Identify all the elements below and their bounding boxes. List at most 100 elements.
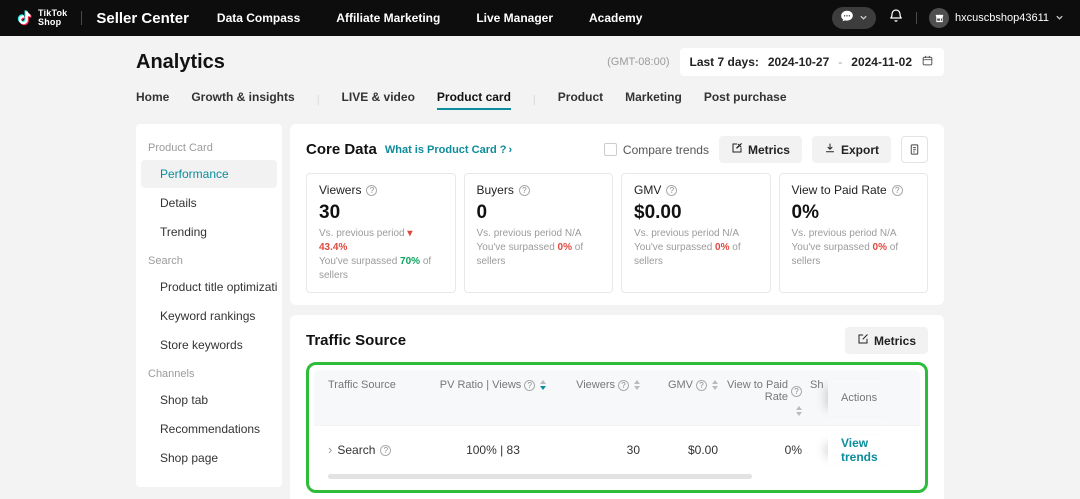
traffic-source-table: Traffic Source PV Ratio | Views ? Viewer… xyxy=(314,370,920,485)
help-icon[interactable]: ? xyxy=(380,445,391,456)
nav-item-data-compass[interactable]: Data Compass xyxy=(217,11,300,25)
compare-trends-checkbox[interactable] xyxy=(604,143,617,156)
top-nav: TikTok Shop Seller Center Data Compass A… xyxy=(0,0,1080,36)
col-clipped: Sh xyxy=(810,379,828,391)
chevron-down-icon xyxy=(1055,9,1064,27)
expand-row-chevron[interactable]: › xyxy=(328,445,332,455)
help-icon[interactable]: ? xyxy=(696,380,707,391)
help-icon[interactable]: ? xyxy=(519,185,530,196)
report-clipboard-button[interactable] xyxy=(901,136,928,163)
viewers-value: 30 xyxy=(558,443,640,457)
tab-live-video[interactable]: LIVE & video xyxy=(342,90,415,110)
traffic-source-name: Search xyxy=(337,443,375,457)
sidebar-item-performance[interactable]: Performance xyxy=(141,160,277,188)
help-icon[interactable]: ? xyxy=(618,380,629,391)
gmv-value: $0.00 xyxy=(640,443,718,457)
sidebar-item-store-keywords[interactable]: Store keywords xyxy=(141,331,277,359)
highlighted-region: Traffic Source PV Ratio | Views ? Viewer… xyxy=(306,362,928,493)
timezone-label: (GMT-08:00) xyxy=(607,56,669,68)
help-icon[interactable]: ? xyxy=(366,185,377,196)
tiktok-shop-logo[interactable]: TikTok Shop xyxy=(16,9,67,27)
traffic-table-header: Traffic Source PV Ratio | Views ? Viewer… xyxy=(314,370,920,425)
sort-control[interactable] xyxy=(796,406,802,416)
col-viewers: Viewers ? xyxy=(558,379,640,391)
sidebar-item-details[interactable]: Details xyxy=(141,189,277,217)
metric-card-view-to-paid-rate: View to Paid Rate? 0% Vs. previous perio… xyxy=(779,173,929,293)
nav-item-academy[interactable]: Academy xyxy=(589,11,642,25)
tab-product[interactable]: Product xyxy=(558,90,603,110)
notifications-bell-icon[interactable] xyxy=(888,8,904,29)
compare-trends-toggle[interactable]: Compare trends xyxy=(604,143,709,157)
col-pv-ratio-views: PV Ratio | Views ? xyxy=(428,379,558,391)
what-is-product-card-link[interactable]: What is Product Card ? › xyxy=(385,144,512,156)
account-name: hxcuscbshop43611 xyxy=(955,12,1049,24)
core-metrics: Viewers? 30 Vs. previous period ▾ 43.4% … xyxy=(306,173,928,293)
nav-divider xyxy=(81,11,82,25)
nav-item-live-manager[interactable]: Live Manager xyxy=(476,11,553,25)
sidebar-item-shop-page[interactable]: Shop page xyxy=(141,444,277,472)
tiktok-note-icon xyxy=(16,10,33,27)
core-data-card: Core Data What is Product Card ? › Compa… xyxy=(290,124,944,305)
col-actions: Actions xyxy=(828,379,906,416)
compare-trends-label: Compare trends xyxy=(623,143,709,157)
metric-card-gmv: GMV? $0.00 Vs. previous period N/A You'v… xyxy=(621,173,771,293)
tab-product-card[interactable]: Product card xyxy=(437,90,511,110)
date-start[interactable]: 2024-10-27 xyxy=(768,55,829,69)
chevron-down-icon xyxy=(859,9,868,27)
col-gmv: GMV ? xyxy=(640,379,718,391)
account-menu[interactable]: hxcuscbshop43611 xyxy=(929,8,1064,28)
metric-card-buyers: Buyers? 0 Vs. previous period N/A You've… xyxy=(464,173,614,293)
sidebar-item-shop-tab[interactable]: Shop tab xyxy=(141,386,277,414)
col-traffic-source: Traffic Source xyxy=(328,379,428,391)
nav-menu: Data Compass Affiliate Marketing Live Ma… xyxy=(217,11,642,25)
help-icon[interactable]: ? xyxy=(892,185,903,196)
shop-avatar-icon xyxy=(929,8,949,28)
export-button[interactable]: Export xyxy=(812,136,891,163)
table-row-search: › Search ? 100% | 83 30 $0.00 0% View tr… xyxy=(314,425,920,472)
horizontal-scrollbar[interactable] xyxy=(328,474,752,479)
tab-home[interactable]: Home xyxy=(136,90,169,110)
sidebar: Product Card Performance Details Trendin… xyxy=(136,124,282,487)
sidebar-section-channels: Channels xyxy=(141,360,277,385)
edit-metrics-icon xyxy=(857,333,869,348)
chevron-right-icon: › xyxy=(508,144,512,156)
pv-ratio-value: 100% | 83 xyxy=(428,443,558,457)
sidebar-item-recommendations[interactable]: Recommendations xyxy=(141,415,277,443)
view-trends-link[interactable]: View trends xyxy=(841,436,906,464)
metric-value: 0% xyxy=(792,202,916,224)
sidebar-section-search: Search xyxy=(141,247,277,272)
tab-post-purchase[interactable]: Post purchase xyxy=(704,90,787,110)
metric-card-viewers: Viewers? 30 Vs. previous period ▾ 43.4% … xyxy=(306,173,456,293)
help-icon[interactable]: ? xyxy=(524,380,535,391)
metrics-button[interactable]: Metrics xyxy=(719,136,802,163)
date-end[interactable]: 2024-11-02 xyxy=(851,55,912,69)
tab-separator: | xyxy=(533,94,536,106)
messages-button[interactable] xyxy=(832,7,876,29)
date-range-picker[interactable]: Last 7 days: 2024-10-27 - 2024-11-02 xyxy=(680,48,945,76)
seller-center-link[interactable]: Seller Center xyxy=(96,10,189,27)
tab-separator: | xyxy=(317,94,320,106)
metric-value: $0.00 xyxy=(634,202,758,224)
brand-line-2: Shop xyxy=(38,18,67,27)
date-separator: - xyxy=(838,55,842,69)
sidebar-item-trending[interactable]: Trending xyxy=(141,218,277,246)
tab-growth-insights[interactable]: Growth & insights xyxy=(191,90,294,110)
calendar-icon xyxy=(921,54,934,70)
nav-separator xyxy=(916,12,917,24)
view-to-paid-value: 0% xyxy=(718,443,802,457)
tab-marketing[interactable]: Marketing xyxy=(625,90,682,110)
metric-value: 30 xyxy=(319,202,443,224)
help-icon[interactable]: ? xyxy=(666,185,677,196)
sidebar-section-product-card: Product Card xyxy=(141,134,277,159)
edit-metrics-icon xyxy=(731,142,743,157)
help-icon[interactable]: ? xyxy=(791,386,802,397)
sidebar-item-keyword-rankings[interactable]: Keyword rankings xyxy=(141,302,277,330)
nav-item-affiliate-marketing[interactable]: Affiliate Marketing xyxy=(336,11,440,25)
sidebar-item-product-title-optimization[interactable]: Product title optimizati... xyxy=(141,273,277,301)
traffic-metrics-button[interactable]: Metrics xyxy=(845,327,928,354)
chat-bubble-icon xyxy=(840,9,854,28)
sort-control[interactable] xyxy=(540,380,546,390)
down-triangle-icon: ▾ xyxy=(407,228,412,239)
traffic-source-title: Traffic Source xyxy=(306,332,406,349)
date-range-label: Last 7 days: xyxy=(690,55,759,69)
